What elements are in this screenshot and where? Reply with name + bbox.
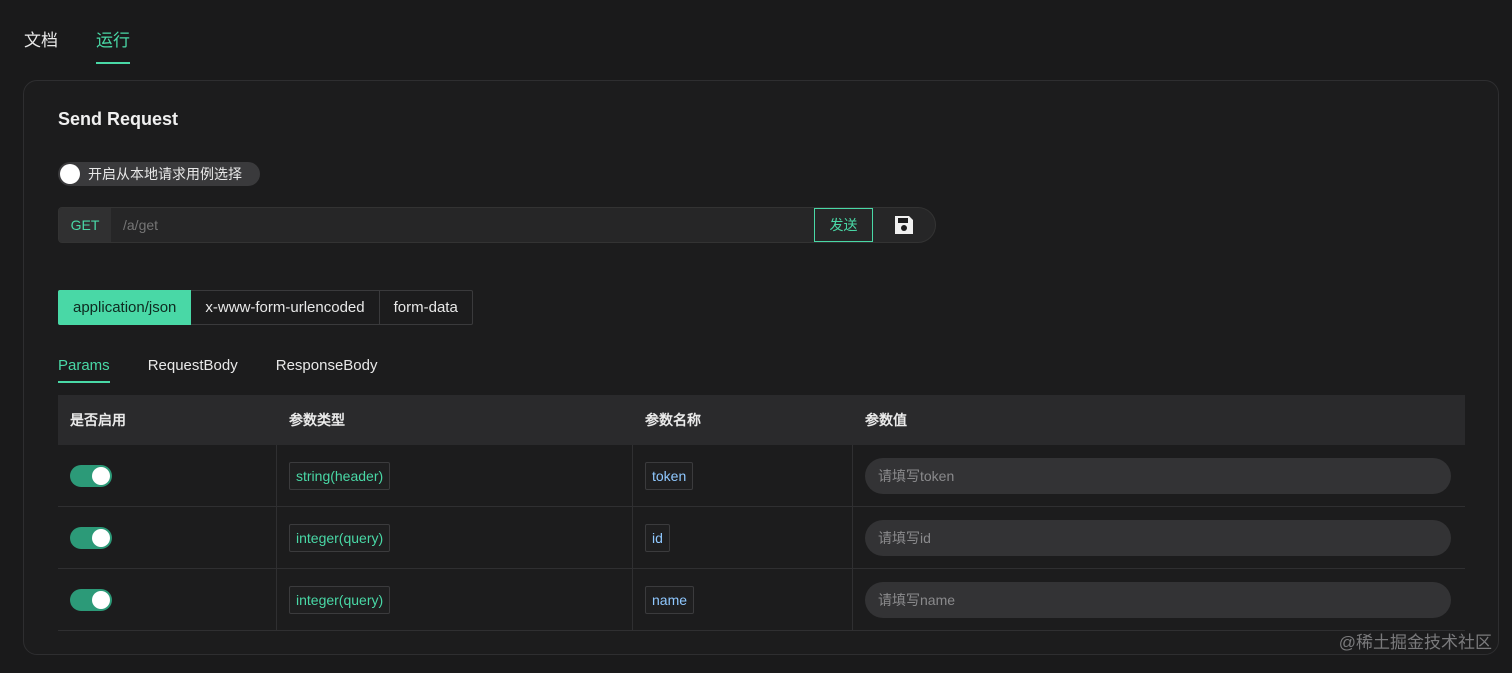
param-type-tag: string(header): [289, 461, 391, 490]
tab-request-body[interactable]: RequestBody: [148, 357, 238, 383]
param-type-tag: integer(query): [289, 523, 391, 552]
url-bar: GET 发送: [58, 207, 936, 243]
header-param-value: 参数值: [865, 412, 907, 428]
content-type-selector: application/json x-www-form-urlencoded f…: [58, 290, 473, 325]
url-input[interactable]: [111, 208, 814, 242]
enable-switch[interactable]: [70, 588, 112, 611]
header-enabled: 是否启用: [70, 412, 126, 428]
header-param-type: 参数类型: [289, 412, 345, 428]
local-case-toggle[interactable]: 开启从本地请求用例选择: [58, 162, 260, 186]
enable-switch[interactable]: [70, 526, 112, 549]
param-value-input[interactable]: [865, 457, 1451, 494]
send-button[interactable]: 发送: [814, 208, 873, 242]
param-type-tag: integer(query): [289, 585, 391, 614]
watermark: @稀土掘金技术社区: [1338, 633, 1492, 652]
sub-tabs: Params RequestBody ResponseBody: [58, 357, 377, 383]
page: 文档 运行 Send Request 开启从本地请求用例选择 GET 发送 ap…: [0, 0, 1512, 673]
card-title: Send Request: [58, 109, 179, 129]
param-value-input[interactable]: [865, 519, 1451, 556]
enable-switch[interactable]: [70, 464, 112, 487]
content-type-urlencoded[interactable]: x-www-form-urlencoded: [191, 290, 380, 325]
table-row: string(header) token: [58, 445, 1465, 507]
table-row: integer(query) name: [58, 569, 1465, 631]
save-button[interactable]: [873, 208, 935, 242]
param-value-input[interactable]: [865, 581, 1451, 618]
tab-docs[interactable]: 文档: [24, 30, 58, 64]
send-request-card: Send Request 开启从本地请求用例选择 GET 发送 applicat…: [23, 80, 1499, 655]
local-case-toggle-label: 开启从本地请求用例选择: [88, 166, 242, 182]
table-header: 是否启用 参数类型 参数名称 参数值: [58, 395, 1465, 445]
content-type-form-data[interactable]: form-data: [379, 290, 473, 325]
top-tabs: 文档 运行: [24, 30, 130, 66]
table-row: integer(query) id: [58, 507, 1465, 569]
header-param-name: 参数名称: [645, 412, 701, 428]
method-label[interactable]: GET: [59, 208, 111, 242]
content-type-json[interactable]: application/json: [58, 290, 192, 325]
params-table: 是否启用 参数类型 参数名称 参数值 string(header) token …: [58, 395, 1465, 631]
tab-params[interactable]: Params: [58, 357, 110, 383]
param-name-tag: token: [645, 461, 694, 490]
param-name-tag: name: [645, 585, 695, 614]
toggle-knob: [60, 164, 80, 184]
tab-run[interactable]: 运行: [96, 30, 130, 64]
param-name-tag: id: [645, 523, 670, 552]
tab-response-body[interactable]: ResponseBody: [276, 357, 378, 383]
save-icon: [895, 216, 913, 234]
